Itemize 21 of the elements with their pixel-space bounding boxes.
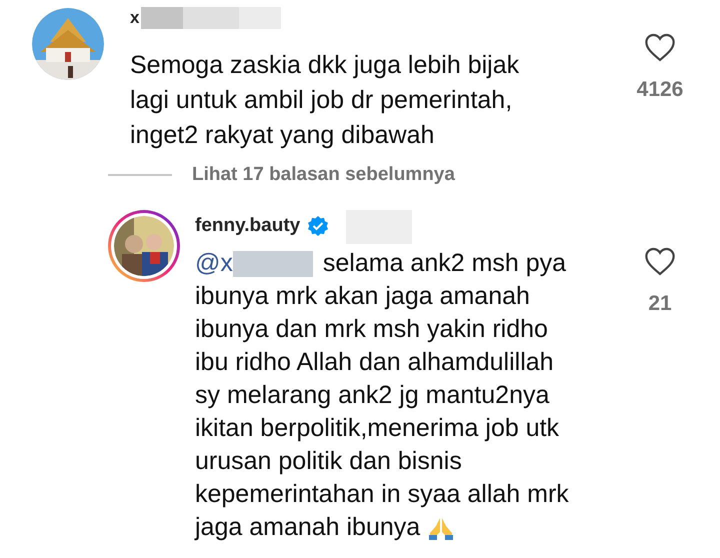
reply-text: urusan politik dan bisnis <box>195 446 462 478</box>
praying-hands-icon <box>428 516 454 540</box>
reply-text: ibunya mrk akan jaga amanah <box>195 281 530 312</box>
comment-text: lagi untuk ambil job dr pemerintah, <box>130 85 512 116</box>
reply-text: ikitan berpolitik,menerima job utk <box>195 413 560 444</box>
heart-icon[interactable] <box>643 32 677 62</box>
username[interactable]: fenny.bauty <box>195 212 300 241</box>
username[interactable]: x <box>130 5 140 31</box>
reply-text: jaga amanah ibunya <box>195 512 420 544</box>
view-replies-link[interactable]: Lihat 17 balasan sebelumnya <box>192 161 455 190</box>
reply-text: kepemerintahan in syaa allah mrk <box>195 479 569 510</box>
comment-text: inget2 rakyat yang dibawah <box>130 120 434 151</box>
heart-icon[interactable] <box>643 246 677 276</box>
comment-text: Semoga zaskia dkk juga lebih bijak <box>130 50 520 81</box>
like-count: 21 <box>648 290 672 316</box>
mention-link[interactable]: @x <box>195 245 233 283</box>
reply-text: sy melarang ank2 jg mantu2nya <box>195 380 550 412</box>
reply-text: ibu ridho Allah dan alhamdulillah <box>195 347 554 378</box>
like-count: 4126 <box>636 77 684 103</box>
reply-text: ibunya dan mrk msh yakin ridho <box>195 314 548 346</box>
reply-text: selama ank2 msh pya <box>322 248 566 280</box>
